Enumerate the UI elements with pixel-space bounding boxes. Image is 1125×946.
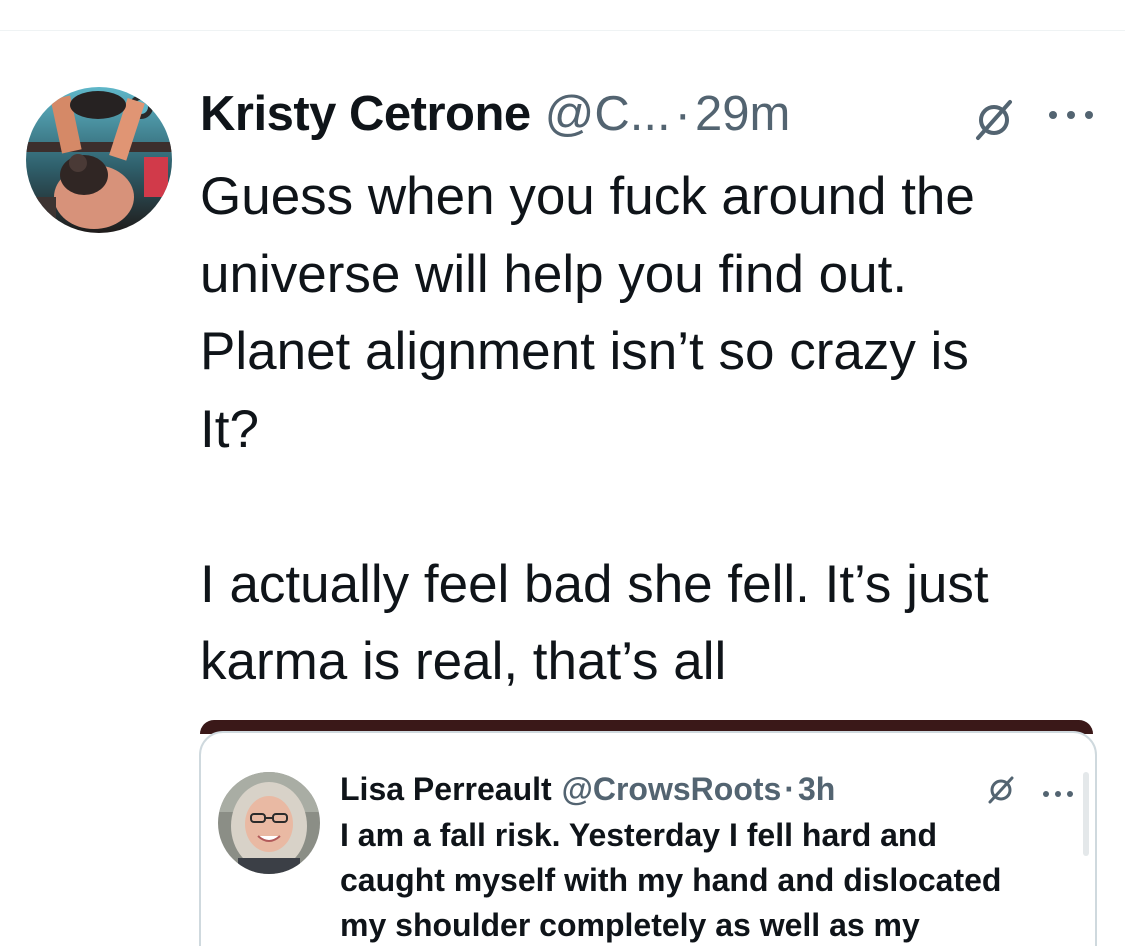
author-avatar[interactable] xyxy=(26,87,172,233)
tweet-page: Kristy Cetrone @C... · 29m Guess when yo… xyxy=(0,0,1125,946)
quoted-tweet-header: Lisa Perreault @CrowsRoots · 3h xyxy=(340,767,835,811)
quoted-header-separator: · xyxy=(784,770,795,807)
quoted-author-handle[interactable]: @CrowsRoots xyxy=(562,771,782,808)
quoted-scrollbar[interactable] xyxy=(1083,772,1089,856)
quoted-author-name[interactable]: Lisa Perreault xyxy=(340,771,552,808)
tweet-text: Guess when you fuck around the universe … xyxy=(200,167,989,691)
top-divider xyxy=(0,30,1125,31)
header-separator: · xyxy=(674,87,691,141)
quoted-grok-icon[interactable] xyxy=(985,774,1017,806)
quoted-tweet-text: I am a fall risk. Yesterday I fell hard … xyxy=(340,817,1002,943)
quoted-tweet-timestamp[interactable]: 3h xyxy=(798,771,835,808)
grok-icon[interactable] xyxy=(970,96,1018,144)
tweet-timestamp[interactable]: 29m xyxy=(695,86,790,142)
quoted-more-icon[interactable] xyxy=(1041,786,1075,797)
author-name[interactable]: Kristy Cetrone xyxy=(200,86,531,142)
author-handle[interactable]: @C... xyxy=(545,86,671,142)
more-icon[interactable] xyxy=(1046,108,1096,122)
quoted-author-avatar[interactable] xyxy=(218,772,320,874)
